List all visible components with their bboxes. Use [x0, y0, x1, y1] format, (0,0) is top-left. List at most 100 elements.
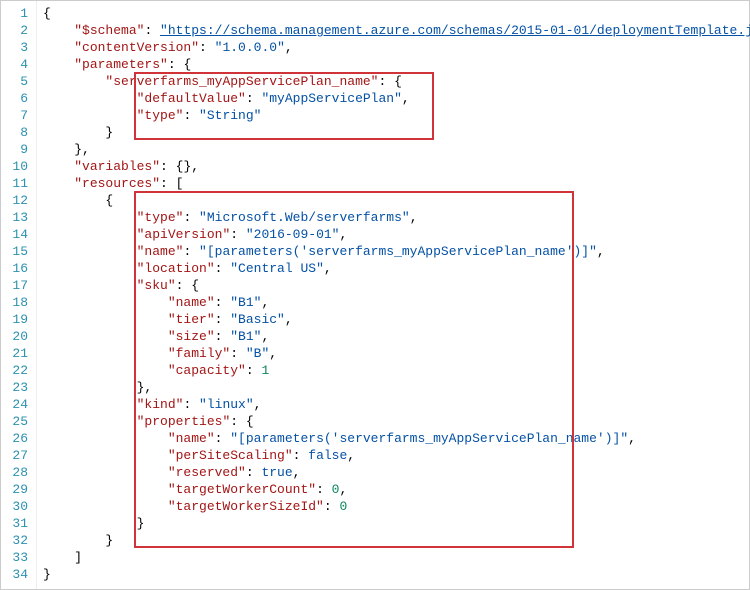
- line-number: 15: [5, 243, 28, 260]
- code-line[interactable]: "properties": {: [43, 413, 750, 430]
- token-p: },: [43, 380, 152, 395]
- token-k: "name": [168, 431, 215, 446]
- code-line[interactable]: "name": "[parameters('serverfarms_myAppS…: [43, 430, 750, 447]
- token-p: [43, 74, 105, 89]
- token-p: [43, 431, 168, 446]
- token-k: "contentVersion": [74, 40, 199, 55]
- code-line[interactable]: "size": "B1",: [43, 328, 750, 345]
- code-line[interactable]: }: [43, 532, 750, 549]
- token-p: ]: [43, 550, 82, 565]
- token-s: "B": [246, 346, 269, 361]
- token-p: [43, 499, 168, 514]
- code-line[interactable]: "resources": [: [43, 175, 750, 192]
- token-p: {: [43, 6, 51, 21]
- code-line[interactable]: }: [43, 124, 750, 141]
- code-editor[interactable]: 1234567891011121314151617181920212223242…: [1, 1, 749, 589]
- code-line[interactable]: },: [43, 379, 750, 396]
- token-p: ,: [269, 346, 277, 361]
- token-k: "resources": [74, 176, 160, 191]
- token-p: [43, 295, 168, 310]
- token-p: :: [183, 108, 199, 123]
- token-s: "myAppServicePlan": [261, 91, 401, 106]
- token-p: :: [199, 40, 215, 55]
- token-p: ,: [261, 295, 269, 310]
- code-line[interactable]: "tier": "Basic",: [43, 311, 750, 328]
- code-line[interactable]: "contentVersion": "1.0.0.0",: [43, 39, 750, 56]
- token-k: "size": [168, 329, 215, 344]
- code-line[interactable]: "defaultValue": "myAppServicePlan",: [43, 90, 750, 107]
- code-line[interactable]: "sku": {: [43, 277, 750, 294]
- token-k: "capacity": [168, 363, 246, 378]
- token-p: ,: [261, 329, 269, 344]
- code-line[interactable]: {: [43, 5, 750, 22]
- code-line[interactable]: "name": "[parameters('serverfarms_myAppS…: [43, 243, 750, 260]
- code-line[interactable]: "targetWorkerCount": 0,: [43, 481, 750, 498]
- token-p: :: [246, 91, 262, 106]
- code-line[interactable]: "perSiteScaling": false,: [43, 447, 750, 464]
- line-number: 2: [5, 22, 28, 39]
- code-line[interactable]: "capacity": 1: [43, 362, 750, 379]
- token-k: "apiVersion": [137, 227, 231, 242]
- token-p: :: [215, 431, 231, 446]
- code-line[interactable]: "apiVersion": "2016-09-01",: [43, 226, 750, 243]
- token-k: "targetWorkerCount": [168, 482, 316, 497]
- token-p: :: [183, 244, 199, 259]
- line-number: 33: [5, 549, 28, 566]
- code-line[interactable]: "type": "String": [43, 107, 750, 124]
- token-p: [43, 482, 168, 497]
- code-line[interactable]: ]: [43, 549, 750, 566]
- code-line[interactable]: "kind": "linux",: [43, 396, 750, 413]
- code-line[interactable]: "type": "Microsoft.Web/serverfarms",: [43, 209, 750, 226]
- token-p: [43, 414, 137, 429]
- token-p: :: [324, 499, 340, 514]
- token-p: ,: [293, 465, 301, 480]
- line-number: 18: [5, 294, 28, 311]
- code-area[interactable]: { "$schema": "https://schema.management.…: [37, 1, 750, 589]
- code-line[interactable]: "targetWorkerSizeId": 0: [43, 498, 750, 515]
- line-number: 30: [5, 498, 28, 515]
- code-line[interactable]: "reserved": true,: [43, 464, 750, 481]
- line-number: 34: [5, 566, 28, 583]
- code-line[interactable]: },: [43, 141, 750, 158]
- code-line[interactable]: }: [43, 566, 750, 583]
- token-p: }: [43, 533, 113, 548]
- token-s: "Basic": [230, 312, 285, 327]
- token-p: ,: [410, 210, 418, 225]
- token-p: [43, 91, 137, 106]
- token-k: "targetWorkerSizeId": [168, 499, 324, 514]
- code-line[interactable]: {: [43, 192, 750, 209]
- token-p: ,: [597, 244, 605, 259]
- code-line[interactable]: "parameters": {: [43, 56, 750, 73]
- token-p: [43, 227, 137, 242]
- line-number: 27: [5, 447, 28, 464]
- token-k: "sku": [137, 278, 176, 293]
- line-number: 23: [5, 379, 28, 396]
- code-line[interactable]: "family": "B",: [43, 345, 750, 362]
- token-p: {: [43, 193, 113, 208]
- token-k: "defaultValue": [137, 91, 246, 106]
- token-p: [43, 261, 137, 276]
- token-p: : {: [168, 57, 191, 72]
- token-p: [43, 465, 168, 480]
- token-b: true: [261, 465, 292, 480]
- code-line[interactable]: "variables": {},: [43, 158, 750, 175]
- token-p: : {: [230, 414, 253, 429]
- token-k: "kind": [137, 397, 184, 412]
- line-number: 3: [5, 39, 28, 56]
- token-b: false: [308, 448, 347, 463]
- token-p: [43, 244, 137, 259]
- token-p: ,: [285, 40, 293, 55]
- token-p: :: [215, 295, 231, 310]
- token-p: [43, 159, 74, 174]
- line-number: 17: [5, 277, 28, 294]
- code-line[interactable]: "location": "Central US",: [43, 260, 750, 277]
- line-number: 25: [5, 413, 28, 430]
- line-number: 28: [5, 464, 28, 481]
- code-line[interactable]: "name": "B1",: [43, 294, 750, 311]
- code-line[interactable]: "$schema": "https://schema.management.az…: [43, 22, 750, 39]
- code-line[interactable]: "serverfarms_myAppServicePlan_name": {: [43, 73, 750, 90]
- token-p: }: [43, 567, 51, 582]
- token-k: "location": [137, 261, 215, 276]
- line-number: 31: [5, 515, 28, 532]
- code-line[interactable]: }: [43, 515, 750, 532]
